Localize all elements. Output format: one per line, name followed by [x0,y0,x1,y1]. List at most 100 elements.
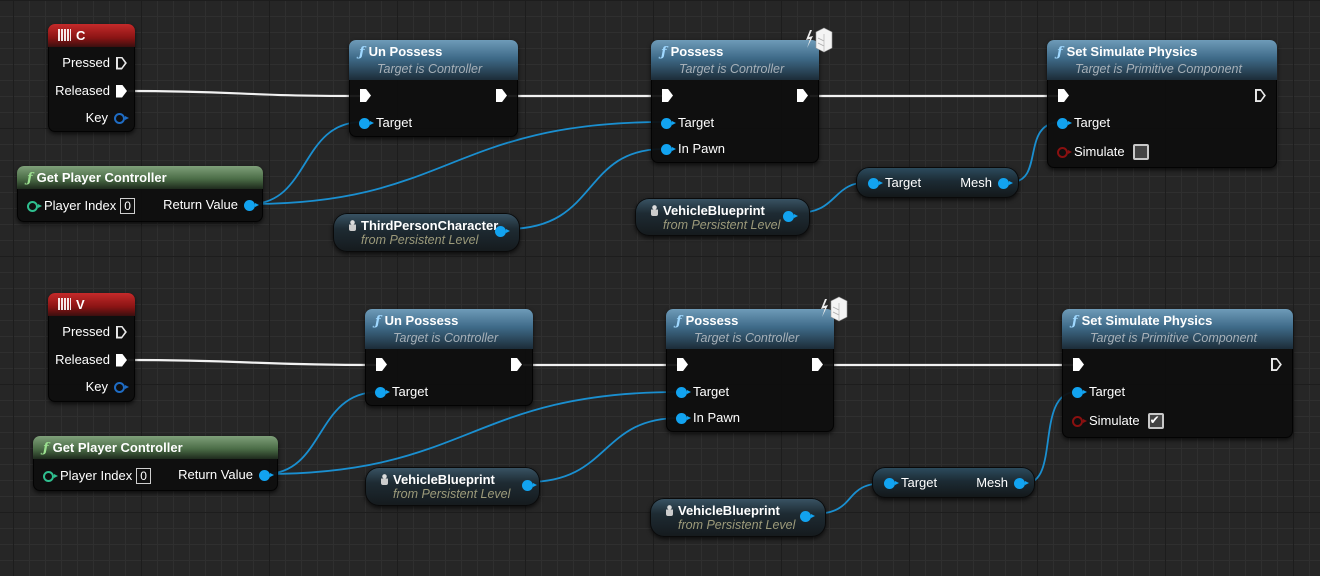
return-value-pin-row[interactable]: Return Value [178,467,274,483]
return-value-pin-row[interactable]: Return Value [163,197,259,213]
mesh-pin-row[interactable]: Mesh [960,175,1013,191]
object-in-pin-icon[interactable] [884,477,899,489]
struct-pin-icon[interactable] [114,112,129,124]
struct-pin-icon[interactable] [114,381,129,393]
object-out-pin-icon[interactable] [495,226,510,237]
object-out-pin-icon[interactable] [998,177,1013,189]
target-pin-row[interactable]: Target [884,475,937,491]
vehicle-blueprint-reference-node[interactable]: VehicleBlueprint from Persistent Level [650,498,826,537]
object-out-pin-icon[interactable] [522,480,537,491]
object-in-pin-icon[interactable] [676,412,691,424]
exec-in-pin[interactable] [1073,358,1084,371]
object-out-pin-icon[interactable] [259,469,274,481]
player-index-input[interactable]: 0 [136,468,151,484]
player-index-input[interactable]: 0 [120,198,135,214]
target-pin-row[interactable]: Target [1072,384,1125,400]
exec-out-pin[interactable] [1255,89,1266,102]
simulate-checkbox[interactable] [1147,412,1164,429]
get-mesh-node[interactable]: Target Mesh [856,167,1019,198]
exec-in-pin-icon[interactable] [376,358,387,371]
get-player-controller-node[interactable]: ƒ Get Player Controller Player Index 0 Ret… [33,436,278,491]
exec-in-pin[interactable] [360,89,371,102]
exec-in-pin-icon[interactable] [1058,89,1069,102]
node-title: Un Possess [368,44,443,59]
object-out-pin-icon[interactable] [244,199,259,211]
int-pin-icon[interactable] [27,200,42,212]
object-out-pin-icon[interactable] [1014,477,1029,489]
get-player-controller-node[interactable]: ƒ Get Player Controller Player Index 0 Ret… [17,166,263,222]
exec-in-pin-icon[interactable] [360,89,371,102]
pressed-pin-row[interactable]: Pressed [62,324,127,340]
vehicle-blueprint-pawn-reference-node[interactable]: VehicleBlueprint from Persistent Level [365,467,540,506]
target-pin-row[interactable]: Target [868,175,921,191]
object-in-pin-icon[interactable] [359,117,374,129]
exec-out-pin-icon[interactable] [797,89,808,102]
simulate-pin-row[interactable]: Simulate [1072,412,1164,429]
object-in-pin-icon[interactable] [1072,386,1087,398]
key-event-node-c[interactable]: C Pressed Released Key [48,24,135,132]
object-in-pin-icon[interactable] [661,143,676,155]
un-possess-node[interactable]: ƒ Un Possess Target is Controller Target [349,40,518,137]
exec-out-pin[interactable] [1271,358,1282,371]
exec-in-pin[interactable] [1058,89,1069,102]
exec-out-pin-icon[interactable] [116,57,127,70]
target-pin-row[interactable]: Target [1057,115,1110,131]
exec-out-pin-icon[interactable] [496,89,507,102]
set-simulate-physics-node[interactable]: ƒ Set Simulate Physics Target is Primitiv… [1047,40,1277,168]
exec-out-pin-icon[interactable] [116,353,127,367]
object-in-pin-icon[interactable] [375,386,390,398]
exec-out-pin-icon[interactable] [1271,358,1282,371]
get-mesh-node[interactable]: Target Mesh [872,467,1035,498]
player-index-pin-row[interactable]: Player Index 0 [27,198,135,214]
target-pin-row[interactable]: Target [375,384,428,400]
object-in-pin-icon[interactable] [1057,117,1072,129]
in-pawn-pin-row[interactable]: In Pawn [676,410,740,426]
bool-pin-icon[interactable] [1072,415,1087,427]
bool-pin-icon[interactable] [1057,146,1072,158]
pin-label: Target [693,384,730,399]
released-pin-row[interactable]: Released [55,352,127,368]
target-pin-row[interactable]: Target [661,115,714,131]
un-possess-node[interactable]: ƒ Un Possess Target is Controller Target [365,309,533,406]
key-pin-row[interactable]: Key [86,110,129,126]
exec-out-pin-icon[interactable] [1255,89,1266,102]
vehicle-blueprint-reference-node[interactable]: VehicleBlueprint from Persistent Level [635,198,810,236]
object-out-pin-icon[interactable] [800,511,815,522]
exec-out-pin[interactable] [511,358,522,371]
object-in-pin-icon[interactable] [676,386,691,398]
simulate-checkbox[interactable] [1132,144,1149,160]
released-pin-row[interactable]: Released [55,83,127,99]
exec-out-pin[interactable] [797,89,808,102]
exec-out-pin-icon[interactable] [116,326,127,339]
exec-in-pin-icon[interactable] [1073,358,1084,371]
exec-out-pin[interactable] [496,89,507,102]
exec-in-pin-icon[interactable] [662,89,673,102]
in-pawn-pin-row[interactable]: In Pawn [661,141,725,157]
third-person-character-reference-node[interactable]: ThirdPersonCharacter from Persistent Lev… [333,213,520,252]
possess-node[interactable]: ƒ Possess Target is Controller Target In … [651,40,819,163]
set-simulate-physics-node[interactable]: ƒ Set Simulate Physics Target is Primitiv… [1062,309,1293,438]
key-pin-row[interactable]: Key [86,379,129,395]
exec-in-pin[interactable] [662,89,673,102]
possess-node[interactable]: ƒ Possess Target is Controller Target In … [666,309,834,432]
object-in-pin-icon[interactable] [868,177,883,189]
exec-out-pin-icon[interactable] [511,358,522,371]
player-index-pin-row[interactable]: Player Index 0 [43,468,151,484]
exec-out-pin-icon[interactable] [116,84,127,98]
simulate-pin-row[interactable]: Simulate [1057,144,1149,160]
keyboard-icon [58,298,71,310]
int-pin-icon[interactable] [43,470,58,482]
target-pin-row[interactable]: Target [359,115,412,131]
object-in-pin-icon[interactable] [661,117,676,129]
mesh-pin-row[interactable]: Mesh [976,475,1029,491]
node-title: Set Simulate Physics [1081,313,1213,328]
key-event-node-v[interactable]: V Pressed Released Key [48,293,135,402]
object-out-pin-icon[interactable] [783,211,798,222]
exec-in-pin[interactable] [677,358,688,371]
exec-out-pin[interactable] [812,358,823,371]
exec-out-pin-icon[interactable] [812,358,823,371]
target-pin-row[interactable]: Target [676,384,729,400]
pressed-pin-row[interactable]: Pressed [62,55,127,71]
exec-in-pin-icon[interactable] [677,358,688,371]
exec-in-pin[interactable] [376,358,387,371]
